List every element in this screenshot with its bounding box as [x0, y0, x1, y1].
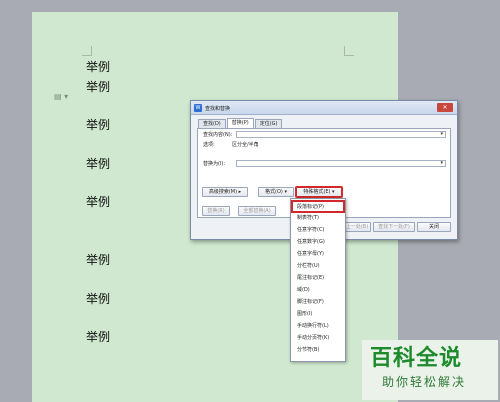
app-icon: W [194, 104, 202, 112]
watermark-title: 百科全说 [370, 346, 463, 371]
menu-item-any-digit[interactable]: 任意数字(G) [293, 237, 343, 248]
document-line: 举例 [86, 157, 111, 171]
menu-item-paragraph-mark[interactable]: 段落标记(P) [291, 200, 345, 213]
menu-item-column-break[interactable]: 分栏符(U) [293, 261, 343, 272]
special-format-button[interactable]: 特殊格式(E) ▾ [295, 186, 343, 198]
document-line: 举例 [86, 60, 111, 74]
page-corner-mark [344, 46, 354, 56]
dialog-titlebar[interactable]: W 查找和替换 ✕ [191, 101, 457, 115]
document-line: 举例 [86, 118, 111, 132]
special-format-menu: 段落标记(P) 制表符(T) 任意字符(C) 任意数字(G) 任意字母(Y) 分… [290, 198, 346, 362]
replace-button[interactable]: 替换(R) [202, 206, 230, 216]
menu-item-any-letter[interactable]: 任意字母(Y) [293, 249, 343, 260]
page-corner-mark [82, 46, 92, 56]
menu-item-manual-line-break[interactable]: 手动换行符(L) [293, 321, 343, 332]
document-line: 举例 [86, 195, 111, 209]
close-icon[interactable]: ✕ [437, 103, 453, 112]
watermark-logo: 百科全说 助你轻松解决 [362, 340, 498, 400]
paragraph-marker-icon: ▤ ▾ [54, 92, 69, 101]
format-button[interactable]: 格式(O) ▾ [258, 187, 294, 197]
document-line: 举例 [86, 330, 111, 344]
tab-replace[interactable]: 替换(P) [226, 118, 254, 128]
find-input[interactable]: ▾ [236, 131, 446, 138]
replace-label: 替换为(I): [203, 161, 226, 167]
menu-item-endnote-mark[interactable]: 尾注标记(E) [293, 273, 343, 284]
dialog-title: 查找和替换 [205, 106, 231, 112]
options-label: 选项: [203, 142, 215, 148]
menu-item-section-break[interactable]: 分节符(B) [293, 345, 343, 356]
advanced-search-button[interactable]: 高级搜索(M) ▸ [202, 187, 248, 197]
menu-item-field[interactable]: 域(D) [293, 285, 343, 296]
menu-item-any-char[interactable]: 任意字符(C) [293, 225, 343, 236]
tab-find[interactable]: 查找(D) [198, 119, 226, 128]
dialog-tabs: 查找(D) 替换(P) 定位(G) [198, 118, 283, 128]
watermark-subtitle: 助你轻松解决 [382, 375, 467, 389]
replace-all-button[interactable]: 全部替换(A) [238, 206, 276, 216]
tab-goto[interactable]: 定位(G) [254, 119, 283, 128]
menu-item-footnote-mark[interactable]: 脚注标记(F) [293, 297, 343, 308]
options-value: 区分全/半角 [232, 142, 259, 148]
menu-item-manual-page-break[interactable]: 手动分页符(K) [293, 333, 343, 344]
find-label: 查找内容(N): [203, 132, 233, 138]
chevron-down-icon[interactable]: ▾ [440, 131, 443, 137]
menu-item-graphic[interactable]: 图形(I) [293, 309, 343, 320]
document-line: 举例 [86, 292, 111, 306]
document-line: 举例 [86, 80, 111, 94]
menu-item-tab[interactable]: 制表符(T) [293, 213, 343, 224]
find-next-button[interactable]: 查找下一处(F) [373, 222, 415, 232]
document-line: 举例 [86, 253, 111, 267]
replace-input[interactable]: ▾ [236, 160, 446, 167]
chevron-down-icon[interactable]: ▾ [440, 160, 443, 166]
close-button[interactable]: 关闭 [417, 222, 451, 232]
